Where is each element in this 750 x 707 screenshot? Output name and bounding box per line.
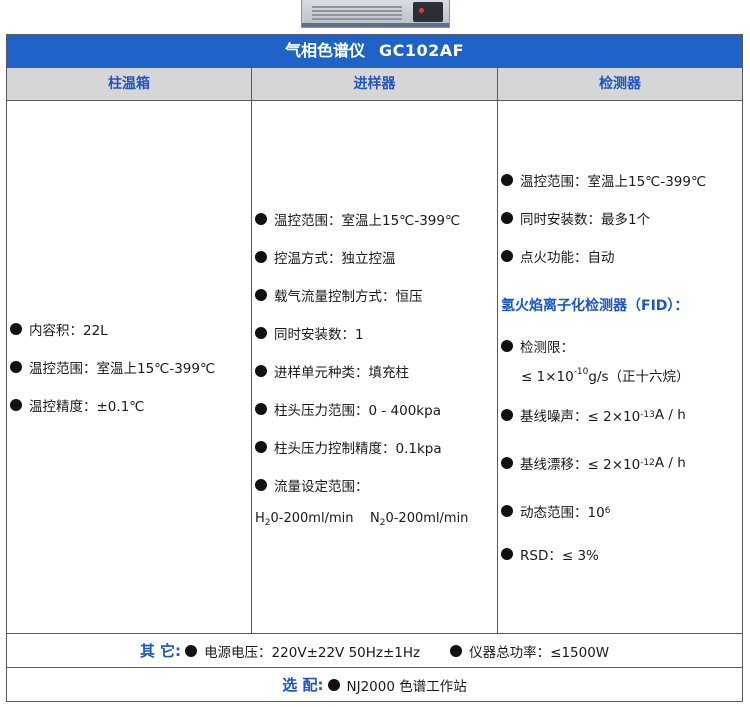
list-item: 流量设定范围： [255, 466, 497, 504]
flow-range-values: H20-200ml/min N20-200ml/min [255, 511, 469, 528]
list-item: 基线漂移：≤ 2×10 -12 A / h [501, 439, 742, 487]
bullet-icon [10, 361, 22, 373]
bullet-icon [255, 403, 267, 415]
list-item: 同时安装数：最多1个 [501, 199, 742, 237]
instrument-photo [301, 0, 450, 28]
header-injector: 进样器 [252, 68, 498, 100]
instrument-base [302, 23, 449, 27]
bullet-icon [501, 457, 513, 469]
list-item: 载气流量控制方式：恒压 [255, 276, 497, 314]
spec-table: 气相色谱仪 GC102AF 柱温箱 进样器 检测器 内容积：22L 温控范围：室温… [6, 34, 743, 702]
bullet-icon [501, 548, 513, 560]
list-item: 点火功能：自动 [501, 237, 742, 275]
instrument-panel [413, 2, 443, 22]
other-label: 其 它: [139, 642, 182, 660]
list-item: 柱头压力范围：0 - 400kpa [255, 390, 497, 428]
optional-item: NJ2000 色谱工作站 [346, 678, 467, 695]
list-item: 动态范围：10 6 [501, 487, 742, 535]
optional-row: 选 配: NJ2000 色谱工作站 [7, 667, 742, 701]
list-item: 进样单元种类：填充柱 [255, 352, 497, 390]
bullet-icon [255, 365, 267, 377]
product-name: 气相色谱仪 [284, 41, 365, 60]
header-detector: 检测器 [599, 76, 641, 92]
injector-column: 温控范围：室温上15℃-399℃ 控温方式：独立控温 载气流量控制方式：恒压 同… [252, 101, 498, 633]
bullet-icon [255, 213, 267, 225]
list-item: 内容积：22L [10, 310, 251, 348]
bullet-icon [501, 409, 513, 421]
fid-title: 氢火焰离子化检测器（FID）： [501, 298, 689, 314]
instrument-vent [312, 6, 402, 8]
detection-limit-value: ≤ 1×10-10g/s（正十六烷） [521, 367, 690, 385]
list-item: 温控范围：室温上15℃-399℃ [501, 161, 742, 199]
bullet-icon [501, 212, 513, 224]
bullet-icon [255, 441, 267, 453]
list-item: 基线噪声：≤ 2×10 -13 A / h [501, 391, 742, 439]
list-item: 检测限： [501, 327, 742, 365]
bullet-icon [255, 479, 267, 491]
bullet-icon [255, 289, 267, 301]
product-model: GC102AF [378, 41, 465, 60]
bullet-icon [501, 340, 513, 352]
other-row: 其 它: 电源电压：220V±22V 50Hz±1Hz 仪器总功率：≤1500W [7, 633, 742, 667]
bullet-icon [10, 323, 22, 335]
bullet-icon [501, 174, 513, 186]
power-supply-text: 电源电压：220V±22V 50Hz±1Hz [204, 644, 421, 661]
bullet-icon [255, 327, 267, 339]
bullet-icon [450, 644, 463, 657]
header-oven: 柱温箱 [7, 68, 252, 100]
list-item: 温控范围：室温上15℃-399℃ [10, 348, 251, 386]
optional-label: 选 配: [282, 676, 324, 694]
detector-column: 温控范围：室温上15℃-399℃ 同时安装数：最多1个 点火功能：自动 氢火焰离… [498, 101, 742, 633]
list-item: 同时安装数：1 [255, 314, 497, 352]
list-item: 柱头压力控制精度：0.1kpa [255, 428, 497, 466]
bullet-icon [327, 678, 340, 691]
bullet-icon [501, 505, 513, 517]
bullet-icon [255, 251, 267, 263]
spec-body: 内容积：22L 温控范围：室温上15℃-399℃ 温控精度：±0.1℃ 温控范围… [7, 100, 742, 633]
product-title: 气相色谱仪 GC102AF [7, 35, 742, 67]
list-item: RSD：≤ 3% [501, 535, 742, 573]
column-headers: 柱温箱 进样器 检测器 [7, 67, 742, 100]
bullet-icon [10, 399, 22, 411]
bullet-icon [501, 250, 513, 262]
list-item: 温控精度：±0.1℃ [10, 386, 251, 424]
list-item: 温控范围：室温上15℃-399℃ [255, 200, 497, 238]
list-item: 控温方式：独立控温 [255, 238, 497, 276]
oven-column: 内容积：22L 温控范围：室温上15℃-399℃ 温控精度：±0.1℃ [7, 101, 252, 633]
total-power-text: 仪器总功率：≤1500W [469, 644, 610, 661]
bullet-icon [185, 644, 198, 657]
